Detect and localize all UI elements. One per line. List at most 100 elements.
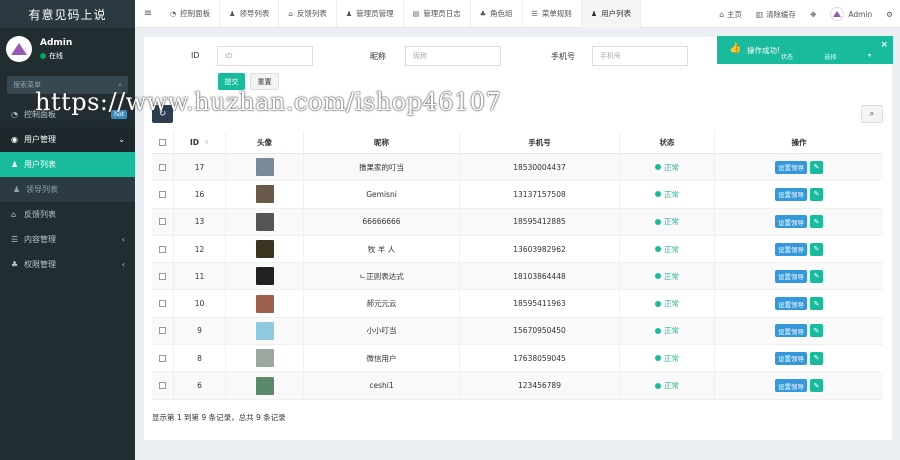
sidebar-item-permission-management[interactable]: ♣ 权限管理 ‹	[0, 252, 135, 277]
user-avatar-thumbnail[interactable]	[255, 240, 274, 259]
row-checkbox[interactable]	[159, 245, 166, 253]
close-icon[interactable]: ×	[880, 40, 888, 50]
edit-icon[interactable]: ✎	[810, 297, 823, 311]
edit-icon[interactable]: ✎	[810, 269, 823, 283]
user-avatar-thumbnail[interactable]	[255, 321, 274, 340]
sidebar-item-user-management[interactable]: ◉ 用户管理 ⌄	[0, 127, 135, 152]
tab-feedback-list[interactable]: ⌂ 反馈列表	[279, 0, 337, 28]
status-dot-icon	[655, 355, 661, 362]
status-dot-icon	[655, 164, 661, 171]
fullscreen-icon[interactable]: ✥	[803, 10, 823, 19]
tab-menu-rules[interactable]: ☰ 菜单规则	[523, 0, 582, 28]
dashboard-icon: ◔	[170, 9, 177, 18]
sidebar-item-leader-list[interactable]: ♟ 领导列表	[0, 177, 135, 202]
chevron-down-icon: ⌄	[118, 135, 125, 144]
user-name: Admin	[40, 37, 73, 48]
set-leader-button[interactable]: 设置领导	[775, 242, 807, 256]
row-checkbox[interactable]	[159, 300, 166, 308]
user-avatar-thumbnail[interactable]	[255, 158, 274, 177]
nickname-field[interactable]: 昵称	[405, 46, 501, 66]
tab-user-list[interactable]: ♟ 用户列表	[581, 0, 642, 28]
table-row: 9 小小叮当 15670950450 正常 设置领导 ✎	[152, 317, 883, 346]
sidebar-item-feedback-list[interactable]: ⌂ 反馈列表	[0, 202, 135, 227]
edit-icon[interactable]: ✎	[810, 379, 823, 393]
set-leader-button[interactable]: 设置领导	[775, 351, 807, 365]
tab-admin-management[interactable]: ♟ 管理员管理	[337, 0, 404, 28]
edit-icon[interactable]: ✎	[810, 242, 823, 256]
settings-icon[interactable]: ⚙	[879, 10, 900, 19]
user-avatar-thumbnail[interactable]	[255, 376, 274, 395]
tab-leader-list[interactable]: ♟ 领导列表	[220, 0, 280, 28]
select-all-checkbox[interactable]	[159, 139, 166, 146]
status-dot-icon	[655, 246, 661, 253]
row-checkbox[interactable]	[159, 190, 166, 198]
sidebar-item-content-management[interactable]: ☰ 内容管理 ‹	[0, 227, 135, 252]
status-select-value: 选择	[824, 54, 837, 61]
cell-nickname: 牧 羊 人	[304, 235, 460, 263]
user-avatar-thumbnail[interactable]	[255, 185, 274, 204]
row-checkbox[interactable]	[159, 382, 166, 390]
sidebar-item-user-list[interactable]: ♟ 用户列表	[0, 152, 135, 177]
bank-icon: ⌂	[288, 9, 293, 18]
set-leader-button[interactable]: 设置领导	[775, 269, 807, 283]
set-leader-button[interactable]: 设置领导	[775, 187, 807, 201]
chevron-left-icon: ‹	[121, 260, 125, 269]
table-row: 6 ceshi1 123456789 正常 设置领导 ✎	[152, 372, 883, 400]
cell-mobile: 18595412885	[460, 208, 620, 235]
edit-icon[interactable]: ✎	[810, 187, 823, 201]
cell-status: 正常	[620, 317, 715, 345]
user-avatar-thumbnail[interactable]	[255, 294, 274, 313]
row-checkbox[interactable]	[159, 272, 166, 280]
table-row: 11 ㄴ正则表达式 18103864448 正常 设置领导 ✎	[152, 263, 883, 291]
tab-dashboard[interactable]: ◔ 控制面板	[161, 0, 221, 28]
cell-operate: 设置领导 ✎	[715, 372, 883, 398]
brand-logo[interactable]: 有意见码上说	[0, 0, 135, 28]
user-avatar-thumbnail[interactable]	[255, 212, 274, 231]
cell-status: 正常	[620, 345, 715, 372]
menu-toggle-icon[interactable]: ≡	[135, 8, 161, 19]
row-checkbox[interactable]	[159, 218, 166, 226]
cell-status: 正常	[620, 181, 715, 208]
edit-icon[interactable]: ✎	[810, 351, 823, 365]
column-header-mobile: 手机号	[460, 132, 620, 153]
user-avatar-thumbnail[interactable]	[255, 267, 274, 286]
cell-operate: 设置领导 ✎	[715, 154, 883, 180]
status-select[interactable]: 状态 选择 ▾	[781, 52, 871, 62]
list-icon: ☰	[11, 235, 19, 244]
edit-icon[interactable]: ✎	[810, 324, 823, 338]
status-select-label: 状态	[781, 54, 794, 61]
column-header-status: 状态	[620, 132, 715, 153]
user-table: ID ⇕ 头像 昵称 手机号 状态 操作 17 撸果家的叮当 18530004437 正…	[152, 132, 883, 400]
set-leader-button[interactable]: 设置领导	[775, 379, 807, 393]
user-avatar-thumbnail[interactable]	[255, 349, 274, 368]
mobile-field[interactable]: 手机号	[592, 46, 688, 66]
set-leader-button[interactable]: 设置领导	[775, 160, 807, 174]
clear-cache-button[interactable]: ▥ 清除缓存	[749, 9, 803, 20]
set-leader-button[interactable]: 设置领导	[775, 215, 807, 229]
column-header-operate: 操作	[791, 138, 807, 147]
list-alt-icon: ▤	[412, 9, 420, 18]
tab-admin-log[interactable]: ▤ 管理员日志	[404, 0, 471, 28]
row-checkbox[interactable]	[159, 354, 166, 362]
search-icon: ⌕	[869, 109, 875, 118]
user-panel: Admin 在线	[0, 28, 135, 70]
tab-role-group[interactable]: ♣ 角色组	[471, 0, 523, 28]
search-toggle-button[interactable]: ⌕	[861, 105, 883, 123]
cell-nickname: 撸果家的叮当	[304, 154, 460, 181]
set-leader-button[interactable]: 设置领导	[775, 324, 807, 338]
cell-operate: 设置领导 ✎	[715, 181, 883, 207]
cell-status: 正常	[620, 208, 715, 235]
id-field[interactable]: ID	[217, 46, 313, 66]
edit-icon[interactable]: ✎	[810, 160, 823, 174]
edit-icon[interactable]: ✎	[810, 215, 823, 229]
row-checkbox[interactable]	[159, 327, 166, 335]
bank-icon: ⌂	[11, 210, 17, 219]
row-checkbox[interactable]	[159, 163, 166, 171]
status-dot-icon	[655, 218, 661, 225]
set-leader-button[interactable]: 设置领导	[775, 297, 807, 311]
home-link[interactable]: ⌂ 主页	[712, 9, 749, 20]
user-menu[interactable]: Admin	[823, 7, 879, 21]
cell-id: 13	[174, 208, 226, 235]
column-header-id[interactable]: ID ⇕	[174, 132, 226, 153]
success-toast: 👍 操作成功! × 状态 选择 ▾	[717, 36, 893, 64]
